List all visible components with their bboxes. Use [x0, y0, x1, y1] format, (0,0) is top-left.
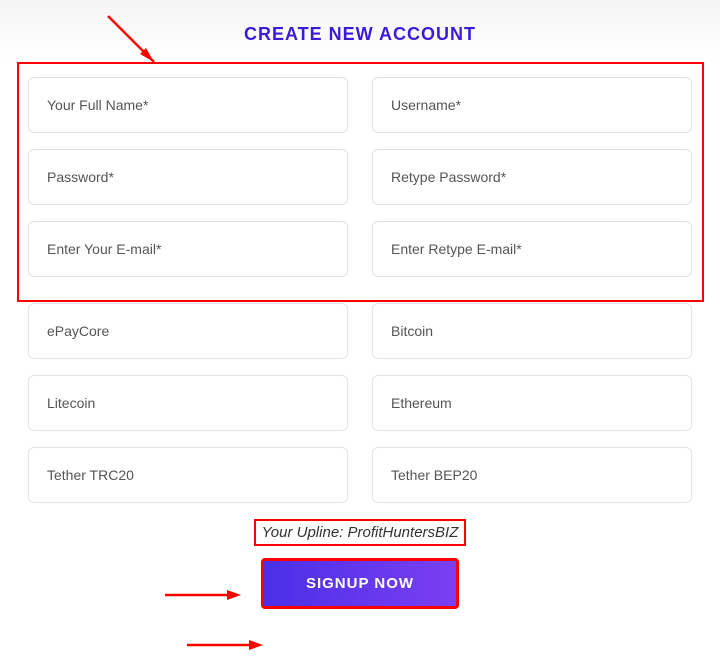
bitcoin-field[interactable] — [372, 303, 692, 359]
tether-bep-field[interactable] — [372, 447, 692, 503]
epaycore-field[interactable] — [28, 303, 348, 359]
retype-email-field[interactable] — [372, 221, 692, 277]
litecoin-field[interactable] — [28, 375, 348, 431]
full-name-field[interactable] — [28, 77, 348, 133]
upline-text: Your Upline: ProfitHuntersBIZ — [254, 519, 467, 546]
tether-trc-field[interactable] — [28, 447, 348, 503]
page-title: CREATE NEW ACCOUNT — [0, 0, 720, 45]
username-field[interactable] — [372, 77, 692, 133]
password-field[interactable] — [28, 149, 348, 205]
ethereum-field[interactable] — [372, 375, 692, 431]
email-field[interactable] — [28, 221, 348, 277]
retype-password-field[interactable] — [372, 149, 692, 205]
arrow-button-icon — [185, 638, 265, 652]
signup-button[interactable]: SIGNUP NOW — [261, 558, 459, 609]
